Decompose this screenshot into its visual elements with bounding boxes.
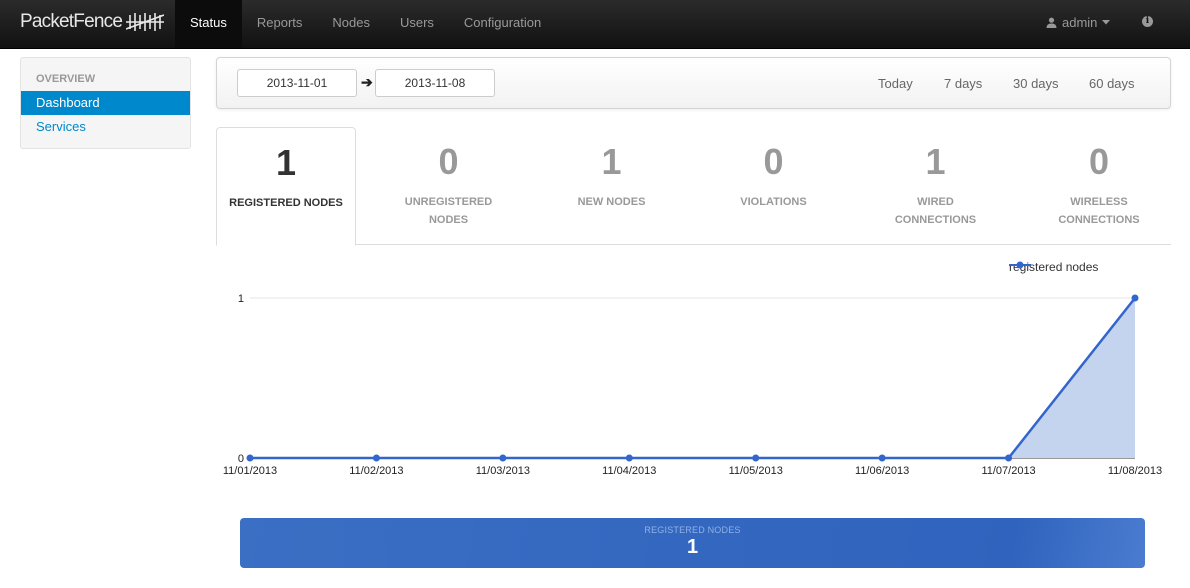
stat-value: 1 bbox=[275, 142, 297, 183]
x-tick-label: 11/04/2013 bbox=[602, 465, 656, 477]
sidebar-header: OVERVIEW bbox=[36, 73, 96, 85]
data-point bbox=[372, 454, 380, 462]
nav-status[interactable]: Status bbox=[175, 0, 242, 48]
arrow-right-icon: ➔ bbox=[361, 74, 373, 90]
data-point bbox=[1005, 454, 1013, 462]
legend-line-marker-icon bbox=[1009, 261, 1031, 269]
sidebar-item-dashboard[interactable]: Dashboard bbox=[21, 91, 190, 115]
user-menu[interactable]: admin bbox=[1046, 15, 1111, 30]
brand-logo[interactable]: PacketFence bbox=[20, 11, 165, 33]
x-tick-label: 11/01/2013 bbox=[223, 465, 277, 477]
data-point bbox=[246, 454, 254, 462]
series-line bbox=[250, 297, 1136, 460]
top-navbar: PacketFence Status Reports Nodes Users C… bbox=[0, 0, 1190, 49]
nav-reports[interactable]: Reports bbox=[242, 0, 318, 48]
y-tick-label: 0 bbox=[238, 453, 244, 465]
stat-tab-wireless-connections[interactable]: 0 WIRELESS CONNECTIONS bbox=[1017, 127, 1181, 245]
stat-tab-unregistered-nodes[interactable]: 0 UNREGISTERED NODES bbox=[366, 127, 531, 245]
sidebar: OVERVIEW Dashboard Services bbox=[20, 57, 191, 149]
chart-canvas: 0 1 11/01/2013 11/02/2013 11/03/2013 11/04/20… bbox=[223, 293, 1162, 477]
summary-label: REGISTERED NODES bbox=[644, 525, 741, 535]
stat-tab-new-nodes[interactable]: 1 NEW NODES bbox=[530, 127, 693, 245]
x-tick-label: 11/08/2013 bbox=[1108, 465, 1162, 477]
fence-logo-icon bbox=[126, 13, 165, 31]
data-point bbox=[878, 454, 886, 462]
x-tick-label: 11/03/2013 bbox=[476, 465, 530, 477]
stat-label: WIRED CONNECTIONS bbox=[894, 196, 977, 226]
data-point bbox=[499, 454, 507, 462]
data-point bbox=[625, 454, 633, 462]
registered-nodes-chart: 0 1 11/01/2013 11/02/2013 11/03/2013 11/04/20… bbox=[216, 250, 1176, 480]
chart-legend[interactable]: registered nodes bbox=[1009, 260, 1098, 274]
summary-value: 1 bbox=[686, 536, 699, 558]
stat-tab-registered-nodes[interactable]: 1 REGISTERED NODES bbox=[216, 127, 356, 246]
caret-down-icon bbox=[1102, 20, 1111, 25]
end-date-input[interactable] bbox=[375, 69, 495, 97]
user-icon bbox=[1046, 17, 1057, 28]
y-tick-label: 1 bbox=[238, 293, 244, 305]
start-date-input[interactable] bbox=[237, 69, 357, 97]
stat-tab-violations[interactable]: 0 VIOLATIONS bbox=[692, 127, 855, 245]
stat-tab-wired-connections[interactable]: 1 WIRED CONNECTIONS bbox=[854, 127, 1017, 245]
stat-label: NEW NODES bbox=[577, 196, 646, 208]
user-name: admin bbox=[1062, 15, 1098, 30]
range-60-days-link[interactable]: 60 days bbox=[1089, 76, 1135, 91]
summary-bar: REGISTERED NODES 1 bbox=[240, 518, 1145, 568]
data-point bbox=[1131, 294, 1139, 302]
sidebar-item-services[interactable]: Services bbox=[21, 115, 190, 139]
stat-value: 0 bbox=[763, 141, 784, 182]
main-nav: Status Reports Nodes Users Configuration bbox=[175, 0, 556, 48]
stat-value: 1 bbox=[601, 141, 622, 182]
stats-tabs: 1 REGISTERED NODES 0 UNREGISTERED NODES … bbox=[216, 127, 1171, 246]
nav-nodes[interactable]: Nodes bbox=[317, 0, 385, 48]
brand-name: PacketFence bbox=[20, 11, 123, 32]
range-today-link[interactable]: Today bbox=[878, 76, 913, 91]
date-range-toolbar: ➔ Today 7 days 30 days 60 days bbox=[216, 57, 1171, 109]
stat-label: UNREGISTERED NODES bbox=[404, 196, 493, 226]
x-tick-label: 11/07/2013 bbox=[981, 465, 1035, 477]
stat-label: REGISTERED NODES bbox=[229, 197, 343, 209]
stat-value: 0 bbox=[1088, 141, 1110, 182]
x-tick-label: 11/02/2013 bbox=[349, 465, 403, 477]
series-area bbox=[250, 298, 1135, 458]
x-tick-label: 11/05/2013 bbox=[729, 465, 783, 477]
stat-value: 0 bbox=[438, 141, 459, 182]
x-tick-label: 11/06/2013 bbox=[855, 465, 909, 477]
data-point bbox=[752, 454, 760, 462]
stat-value: 1 bbox=[925, 141, 946, 182]
range-7-days-link[interactable]: 7 days bbox=[944, 76, 982, 91]
nav-configuration[interactable]: Configuration bbox=[449, 0, 556, 48]
stat-label: VIOLATIONS bbox=[740, 196, 807, 208]
info-icon[interactable]: i bbox=[1142, 16, 1153, 27]
range-30-days-link[interactable]: 30 days bbox=[1013, 76, 1059, 91]
nav-users[interactable]: Users bbox=[385, 0, 449, 48]
stat-label: WIRELESS CONNECTIONS bbox=[1058, 196, 1140, 226]
